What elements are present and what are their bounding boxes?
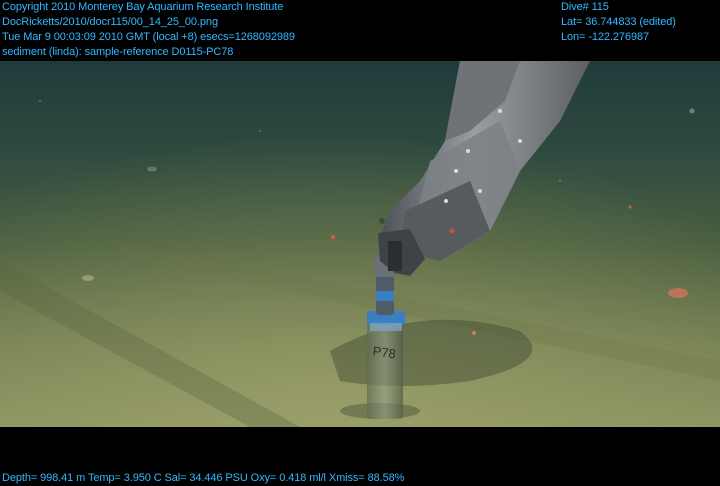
file-path-line: DocRicketts/2010/docr115/00_14_25_00.png (2, 16, 218, 28)
longitude: Lon= -122.276987 (561, 31, 650, 43)
copyright-line: Copyright 2010 Monterey Bay Aquarium Res… (2, 1, 284, 13)
dive-number: Dive# 115 (561, 1, 609, 13)
sensor-readout-footer: Depth= 998.41 m Temp= 3.950 C Sal= 34.44… (2, 472, 405, 484)
video-frame: Copyright 2010 Monterey Bay Aquarium Res… (0, 0, 720, 486)
header-right-overlay: Dive# 115 Lat= 36.744833 (edited) Lon= -… (561, 0, 676, 45)
sample-reference-line: sediment (linda): sample-reference D0115… (2, 46, 234, 58)
timestamp-line: Tue Mar 9 00:03:09 2010 GMT (local +8) e… (2, 31, 295, 43)
latitude: Lat= 36.744833 (edited) (561, 16, 676, 28)
tube-marking: P78 (372, 343, 397, 361)
seafloor-image: P78 (0, 61, 720, 427)
seafloor-scene: P78 (0, 61, 720, 427)
header-left-overlay: Copyright 2010 Monterey Bay Aquarium Res… (2, 0, 295, 60)
